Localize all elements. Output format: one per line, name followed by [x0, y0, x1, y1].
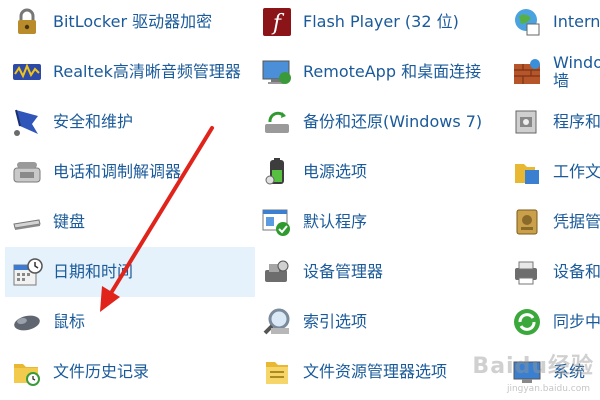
item-file-history[interactable]: 文件历史记录	[5, 347, 255, 397]
item-folder-options[interactable]: 文件资源管理器选项	[255, 347, 505, 397]
realtek-audio-icon	[9, 54, 45, 90]
work-folders-icon	[509, 154, 545, 190]
item-label: 同步中	[553, 312, 600, 332]
item-programs-features[interactable]: 程序和	[505, 97, 600, 147]
sync-center-icon	[509, 304, 545, 340]
default-programs-icon	[259, 204, 295, 240]
credential-manager-icon	[509, 204, 545, 240]
item-label: 电话和调制解调器	[53, 162, 182, 182]
keyboard-icon	[9, 204, 45, 240]
item-label: Interne	[553, 12, 600, 32]
item-label: 键盘	[53, 212, 86, 232]
item-sync-center[interactable]: 同步中	[505, 297, 600, 347]
item-label: 安全和维护	[53, 112, 134, 132]
item-label: 设备和	[553, 262, 600, 282]
devices-printers-icon	[509, 254, 545, 290]
bitlocker-icon	[9, 4, 45, 40]
item-device-manager[interactable]: 设备管理器	[255, 247, 505, 297]
item-internet-options[interactable]: Interne	[505, 0, 600, 47]
remoteapp-icon	[259, 54, 295, 90]
column-1: BitLocker 驱动器加密 Realtek高清晰音频管理器 安全和维护 电话…	[5, 0, 255, 397]
item-label: 默认程序	[303, 212, 368, 232]
item-label: 文件资源管理器选项	[303, 362, 448, 382]
battery-power-icon	[259, 154, 295, 190]
internet-options-icon	[509, 4, 545, 40]
control-panel-grid: BitLocker 驱动器加密 Realtek高清晰音频管理器 安全和维护 电话…	[0, 0, 600, 400]
flash-player-icon: f	[259, 4, 295, 40]
programs-features-icon	[509, 104, 545, 140]
item-bitlocker[interactable]: BitLocker 驱动器加密	[5, 0, 255, 47]
file-history-icon	[9, 354, 45, 390]
item-label: 备份和还原(Windows 7)	[303, 112, 483, 132]
watermark-url: jingyan.baidu.com	[506, 384, 590, 394]
item-label: 文件历史记录	[53, 362, 150, 382]
item-label: BitLocker 驱动器加密	[53, 12, 213, 32]
item-label: 程序和	[553, 112, 600, 132]
firewall-icon	[509, 54, 545, 90]
item-power-options[interactable]: 电源选项	[255, 147, 505, 197]
item-keyboard[interactable]: 键盘	[5, 197, 255, 247]
item-label: 电源选项	[303, 162, 368, 182]
item-label: 设备管理器	[303, 262, 384, 282]
item-phone-modem[interactable]: 电话和调制解调器	[5, 147, 255, 197]
device-manager-icon	[259, 254, 295, 290]
item-firewall[interactable]: Windo 墙	[505, 47, 600, 97]
item-label: Windo 墙	[553, 53, 600, 90]
item-remoteapp[interactable]: RemoteApp 和桌面连接	[255, 47, 505, 97]
item-realtek-audio[interactable]: Realtek高清晰音频管理器	[5, 47, 255, 97]
folder-options-icon	[259, 354, 295, 390]
item-label: Realtek高清晰音频管理器	[53, 62, 241, 82]
item-default-programs[interactable]: 默认程序	[255, 197, 505, 247]
item-date-time[interactable]: 日期和时间	[5, 247, 255, 297]
mouse-icon	[9, 304, 45, 340]
item-label: 凭据管	[553, 212, 600, 232]
column-3: Interne Windo 墙	[505, 0, 600, 397]
item-devices-printers[interactable]: 设备和	[505, 247, 600, 297]
item-label: 工作文	[553, 162, 600, 182]
watermark-logo: Baidu经验	[472, 354, 594, 379]
item-flash-player[interactable]: f Flash Player (32 位)	[255, 0, 505, 47]
item-backup-restore[interactable]: 备份和还原(Windows 7)	[255, 97, 505, 147]
item-label: 鼠标	[53, 312, 86, 332]
item-mouse[interactable]: 鼠标	[5, 297, 255, 347]
calendar-clock-icon	[9, 254, 45, 290]
item-label: 索引选项	[303, 312, 368, 332]
indexing-magnifier-icon	[259, 304, 295, 340]
item-label: 日期和时间	[53, 262, 134, 282]
item-indexing-options[interactable]: 索引选项	[255, 297, 505, 347]
phone-modem-icon	[9, 154, 45, 190]
item-credential-manager[interactable]: 凭据管	[505, 197, 600, 247]
item-label: Flash Player (32 位)	[303, 12, 459, 32]
backup-restore-icon	[259, 104, 295, 140]
column-2: f Flash Player (32 位) RemoteApp 和桌面连接 备份…	[255, 0, 505, 397]
security-flag-icon	[9, 104, 45, 140]
item-work-folders[interactable]: 工作文	[505, 147, 600, 197]
item-security-maintenance[interactable]: 安全和维护	[5, 97, 255, 147]
item-label: RemoteApp 和桌面连接	[303, 62, 482, 82]
